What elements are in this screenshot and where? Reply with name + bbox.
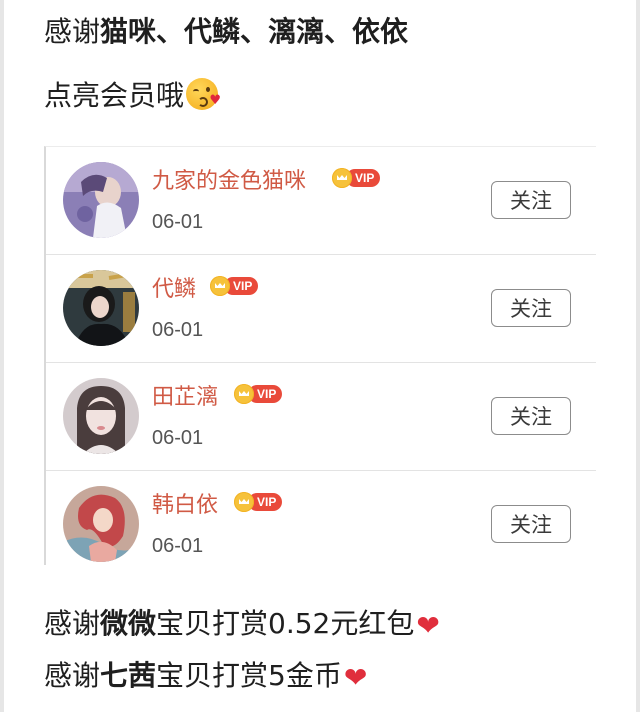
- vip-badge: VIP: [210, 275, 259, 297]
- avatar[interactable]: [63, 162, 139, 238]
- avatar[interactable]: [63, 486, 139, 562]
- follower-row[interactable]: 九家的金色猫咪 VIP 06-01 关注: [46, 147, 596, 255]
- donation-text: 宝贝打赏0.52元红包: [156, 607, 415, 640]
- crown-icon: [234, 384, 254, 404]
- follow-button[interactable]: 关注: [491, 505, 571, 543]
- heart-icon: ❤: [343, 661, 368, 694]
- avatar[interactable]: [63, 378, 139, 454]
- follower-row[interactable]: 韩白依 VIP 06-01 关注: [46, 471, 596, 578]
- right-edge: [636, 0, 640, 712]
- vip-badge: VIP: [234, 383, 283, 405]
- follow-date: 06-01: [152, 211, 204, 233]
- follow-button[interactable]: 关注: [491, 289, 571, 327]
- follower-name[interactable]: 代鳞: [152, 275, 196, 305]
- kissing-face-icon: ♥: [186, 78, 221, 110]
- crown-icon: [234, 492, 254, 512]
- thanks-names: 猫咪、代鳞、漓漓、依依: [100, 15, 409, 48]
- follower-name[interactable]: 田芷漓: [152, 383, 218, 413]
- thanks-prefix: 感谢: [44, 659, 101, 692]
- vip-text: 点亮会员哦: [44, 79, 185, 112]
- follow-button[interactable]: 关注: [491, 397, 571, 435]
- crown-icon: [332, 168, 352, 188]
- vip-badge: VIP: [234, 491, 283, 513]
- donor-name: 七茜: [100, 659, 157, 692]
- donor-name: 微微: [100, 607, 157, 640]
- thanks-prefix: 感谢: [44, 15, 101, 48]
- donation-text: 宝贝打赏5金币: [156, 659, 342, 692]
- follow-date: 06-01: [152, 427, 204, 449]
- follow-date: 06-01: [152, 319, 204, 341]
- heart-icon: ❤: [416, 609, 440, 642]
- follower-row[interactable]: 代鳞 VIP 06-01 关注: [46, 255, 596, 363]
- thanks-prefix: 感谢: [44, 607, 101, 640]
- crown-icon: [210, 276, 230, 296]
- thanks-line-members: 感谢猫咪、代鳞、漓漓、依依: [44, 14, 408, 50]
- avatar[interactable]: [63, 270, 139, 346]
- follow-button[interactable]: 关注: [491, 181, 571, 219]
- thanks-line-redpacket: 感谢微微宝贝打赏0.52元红包❤: [44, 606, 440, 642]
- left-edge: [0, 0, 4, 712]
- vip-line: 点亮会员哦 ♥: [44, 78, 221, 114]
- thanks-line-coins: 感谢七茜宝贝打赏5金币❤: [44, 658, 367, 694]
- follower-list: 九家的金色猫咪 VIP 06-01 关注 代鳞 VIP 06-01 关注 田芷漓…: [44, 146, 596, 565]
- follower-name[interactable]: 九家的金色猫咪: [152, 167, 306, 197]
- follower-row[interactable]: 田芷漓 VIP 06-01 关注: [46, 363, 596, 471]
- follower-name[interactable]: 韩白依: [152, 491, 218, 521]
- follow-date: 06-01: [152, 535, 204, 557]
- vip-badge: VIP: [332, 167, 381, 189]
